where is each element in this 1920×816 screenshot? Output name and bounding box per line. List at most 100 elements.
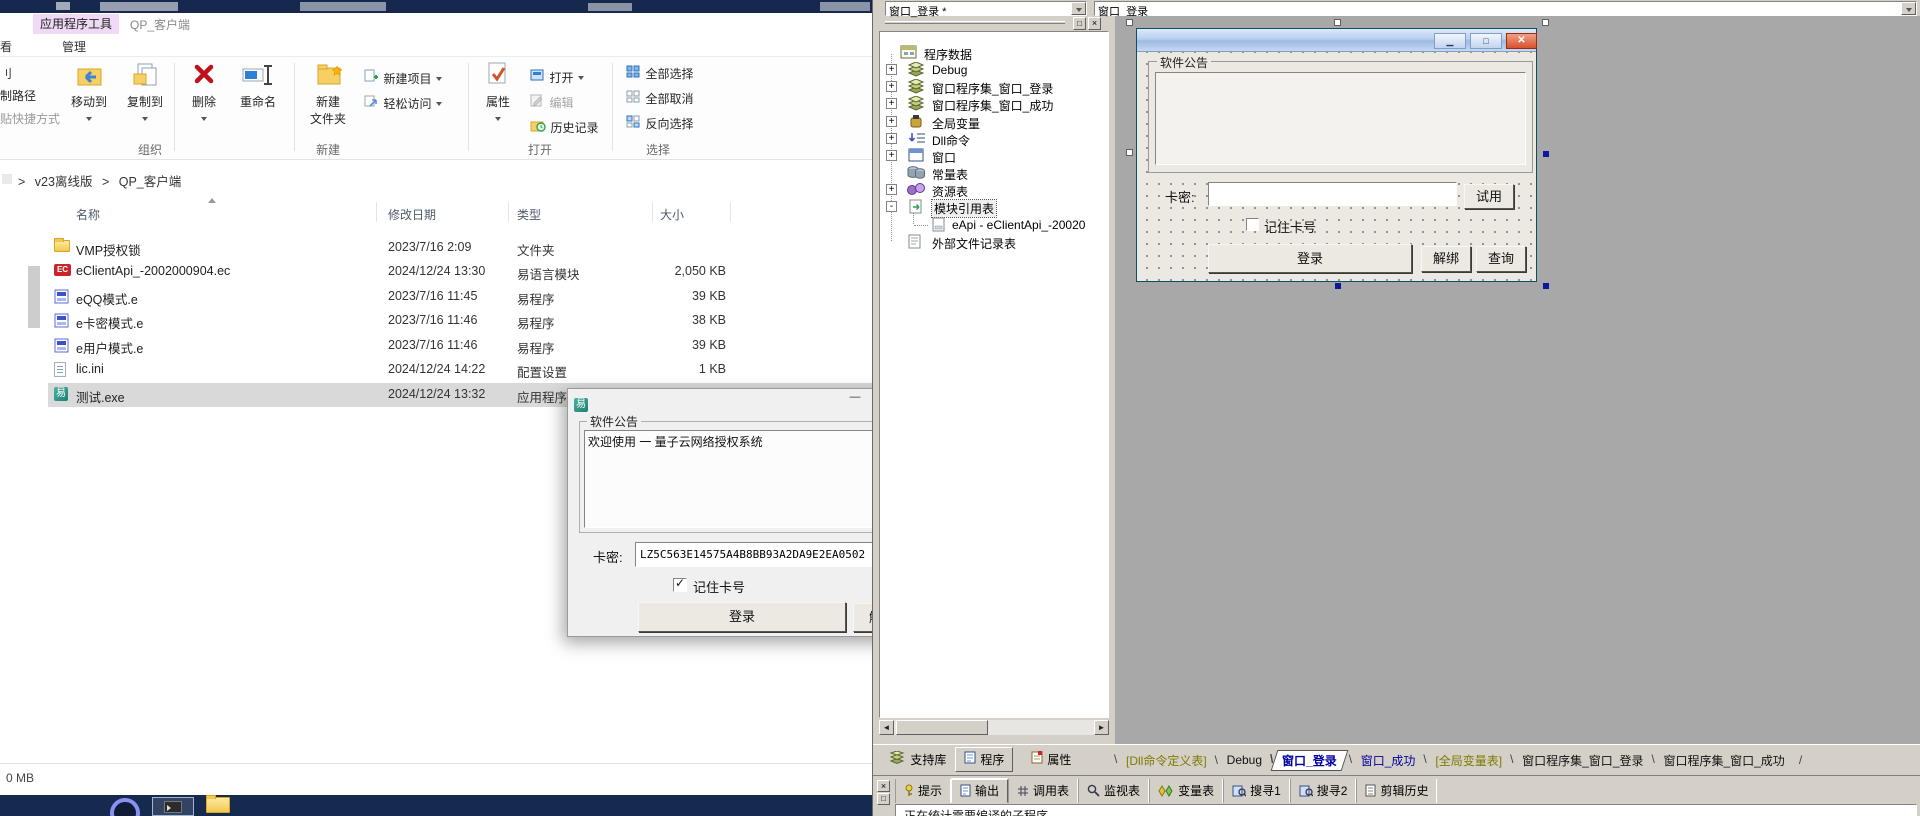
taskbar[interactable]	[0, 795, 878, 816]
column-separator[interactable]	[652, 202, 653, 222]
cut-button-fragment[interactable]: 刂	[0, 65, 12, 82]
form-close-button[interactable]: ✕	[1506, 33, 1537, 49]
column-separator[interactable]	[508, 202, 509, 222]
invert-selection-button[interactable]: 反向选择	[626, 115, 693, 133]
tab-manage[interactable]: 管理	[62, 38, 86, 55]
tab-support-libs[interactable]: 支持库	[883, 749, 952, 770]
output-content[interactable]: 正在统计需要编译的子程序	[895, 804, 1917, 816]
panel-grip[interactable]	[885, 21, 1065, 24]
scroll-right-arrow[interactable]: ►	[1094, 720, 1109, 735]
taskbar-app-active[interactable]	[152, 797, 194, 816]
minimize-button[interactable]: —	[840, 391, 870, 411]
designer-handle[interactable]	[1126, 19, 1133, 26]
form-query-button[interactable]: 查询	[1476, 246, 1526, 272]
file-tab[interactable]: 窗口程序集_窗口_成功	[1651, 750, 1794, 771]
cortana-icon[interactable]	[110, 798, 140, 816]
file-row[interactable]: e卡密模式.e 2023/7/16 11:46 易程序 38 KB	[48, 309, 872, 333]
combo-right-arrow[interactable]	[1901, 2, 1916, 15]
move-to-button[interactable]: 移动到	[62, 60, 116, 132]
contextual-tab-apptools[interactable]: 应用程序工具	[33, 14, 119, 34]
properties-button[interactable]: 属性	[474, 60, 522, 132]
designed-form[interactable]: ▁ □ ✕ 软件公告 卡密: 试用 记住卡号 登录 解绑 查询	[1136, 28, 1537, 282]
combo-left-arrow[interactable]	[1071, 2, 1086, 15]
output-close-button[interactable]: ×	[877, 780, 890, 792]
file-tab-active[interactable]: 窗口_登录	[1270, 749, 1349, 771]
file-row[interactable]: lic.ini 2024/12/24 14:22 配置设置 1 KB	[48, 358, 872, 382]
window-select-combo-right[interactable]: 窗口_登录	[1094, 1, 1917, 18]
new-item-button[interactable]: 新建项目	[364, 69, 442, 88]
file-row[interactable]: EC eClientApi_-2002000904.ec 2024/12/24 1…	[48, 260, 872, 284]
tab-properties[interactable]: 属性	[1025, 749, 1077, 770]
tree-hscrollbar[interactable]: ◄ ►	[879, 720, 1109, 735]
output-tab-hint[interactable]: 提示	[895, 779, 952, 803]
output-tab-output-selected[interactable]: 输出	[951, 779, 1009, 803]
output-tab-watch[interactable]: 监视表	[1078, 779, 1150, 803]
card-key-input[interactable]: LZ5C563E14575A4B8BB93A2DA9E2EA0502	[635, 542, 897, 567]
column-header-type[interactable]: 类型	[517, 206, 541, 223]
breadcrumb-item[interactable]: v23离线版	[29, 175, 99, 189]
taskbar-explorer-icon[interactable]	[206, 795, 230, 816]
form-login-button[interactable]: 登录	[1208, 244, 1412, 273]
select-all-button[interactable]: 全部选择	[626, 65, 693, 83]
remember-label[interactable]: 记住卡号	[693, 577, 745, 596]
scroll-left-arrow[interactable]: ◄	[879, 720, 894, 735]
output-float-button[interactable]: □	[877, 793, 890, 805]
copy-to-button[interactable]: 复制到	[118, 60, 172, 132]
scroll-thumb[interactable]	[896, 720, 988, 735]
rename-button[interactable]: 重命名	[230, 60, 286, 132]
tab-view-fragment[interactable]: 看	[0, 38, 12, 55]
select-none-button[interactable]: 全部取消	[626, 90, 693, 108]
designer-handle[interactable]	[1126, 149, 1133, 156]
paste-shortcut-button-fragment[interactable]: 贴快捷方式	[0, 110, 60, 127]
panel-close-button[interactable]: ×	[1088, 17, 1101, 30]
window-select-combo-left[interactable]: 窗口_登录 *	[885, 1, 1087, 18]
form-handle[interactable]	[1335, 283, 1341, 289]
file-tab[interactable]: [全局变量表]	[1423, 750, 1512, 771]
form-unbind-button[interactable]: 解绑	[1421, 246, 1471, 272]
file-tab[interactable]: 窗口_成功	[1349, 750, 1426, 771]
panel-float-button[interactable]: □	[1073, 17, 1086, 30]
form-titlebar[interactable]: ▁ □ ✕	[1137, 29, 1537, 52]
column-header-size[interactable]: 大小	[660, 206, 684, 223]
breadcrumb[interactable]: > v23离线版 > QP_客户端	[18, 171, 187, 190]
file-row[interactable]: eQQ模式.e 2023/7/16 11:45 易程序 39 KB	[48, 285, 872, 309]
output-tab-calls[interactable]: 调用表	[1008, 779, 1079, 803]
form-remember-checkbox[interactable]	[1246, 218, 1259, 231]
form-body[interactable]: 软件公告 卡密: 试用 记住卡号 登录 解绑 查询	[1137, 52, 1536, 282]
column-header-date[interactable]: 修改日期	[388, 206, 436, 223]
open-button[interactable]: 打开	[530, 69, 584, 87]
file-row[interactable]: VMP授权锁 2023/7/16 2:09 文件夹	[48, 236, 872, 260]
file-row[interactable]: e用户模式.e 2023/7/16 11:46 易程序 39 KB	[48, 334, 872, 358]
address-bar[interactable]: > v23离线版 > QP_客户端	[0, 160, 878, 196]
designer-handle[interactable]	[1334, 19, 1341, 26]
designer-handle[interactable]	[1542, 19, 1549, 26]
copy-path-button-fragment[interactable]: 制路径	[0, 87, 36, 104]
column-separator[interactable]	[376, 202, 377, 222]
output-tab-search1[interactable]: 搜寻1	[1223, 779, 1290, 803]
form-handle[interactable]	[1543, 151, 1549, 157]
output-tab-clip-history[interactable]: 剪辑历史	[1356, 779, 1438, 803]
column-header-name[interactable]: 名称	[76, 206, 100, 223]
form-designer-canvas[interactable]: ▁ □ ✕ 软件公告 卡密: 试用 记住卡号 登录 解绑 查询	[1115, 16, 1920, 744]
file-tab[interactable]: [Dll命令定义表]	[1114, 750, 1217, 771]
easy-access-button[interactable]: 轻松访问	[364, 94, 442, 113]
form-notice-groupbox[interactable]: 软件公告	[1148, 54, 1533, 173]
output-tab-search2[interactable]: 搜寻2	[1289, 779, 1357, 803]
form-minimize-button[interactable]: ▁	[1434, 33, 1466, 49]
edit-button[interactable]: 编辑	[530, 94, 573, 112]
nav-scrollbar-thumb[interactable]	[28, 266, 40, 328]
dialog-titlebar[interactable]: 易 —	[568, 389, 918, 415]
delete-button[interactable]: 删除	[180, 60, 228, 132]
new-folder-button[interactable]: 新建 文件夹	[300, 60, 356, 146]
remember-checkbox[interactable]: ✓	[673, 576, 687, 592]
form-card-input[interactable]	[1208, 182, 1457, 206]
output-tab-variables[interactable]: 变量表	[1149, 779, 1224, 803]
file-tab[interactable]: 窗口程序集_窗口_登录	[1510, 750, 1653, 771]
column-separator[interactable]	[730, 202, 731, 222]
login-button[interactable]: 登录	[638, 602, 846, 632]
notice-textarea[interactable]: 欢迎使用 一 量子云网络授权系统	[584, 430, 904, 528]
form-maximize-button[interactable]: □	[1470, 33, 1502, 49]
form-handle[interactable]	[1543, 283, 1549, 289]
history-button[interactable]: 历史记录	[530, 119, 598, 137]
breadcrumb-item[interactable]: QP_客户端	[113, 175, 188, 189]
